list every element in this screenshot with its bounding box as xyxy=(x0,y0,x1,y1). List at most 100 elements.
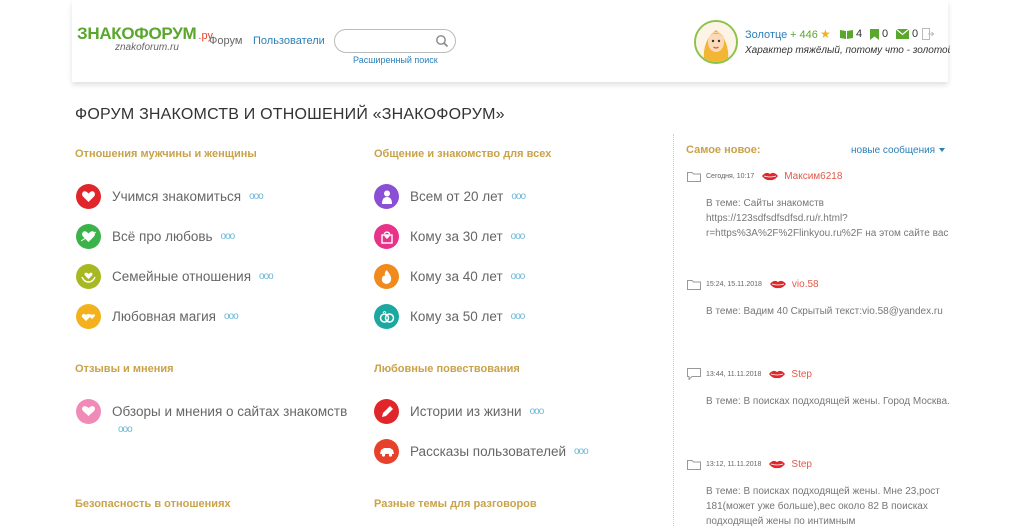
category-title[interactable]: Отношения мужчины и женщины xyxy=(75,148,257,160)
forum-name[interactable]: Рассказы пользователей xyxy=(410,444,566,459)
subforums-dots[interactable]: ooo xyxy=(511,271,526,282)
forum-item[interactable]: Семейные отношения ooo xyxy=(76,264,274,289)
search-input[interactable] xyxy=(343,34,437,48)
envelope-icon xyxy=(896,29,909,39)
messages-count: 4 xyxy=(856,28,863,40)
advanced-search-link[interactable]: Расширенный поиск xyxy=(353,55,438,65)
user-name-link[interactable]: Золотце xyxy=(745,29,787,41)
logo-main-text: ЗНАКОФОРУМ xyxy=(77,24,197,43)
page-title: ФОРУМ ЗНАКОМСТВ И ОТНОШЕНИЙ «ЗНАКОФОРУМ» xyxy=(75,106,505,123)
subforums-dots[interactable]: ooo xyxy=(224,311,239,322)
bookmark-icon xyxy=(870,28,879,40)
forum-name[interactable]: Всем от 20 лет xyxy=(410,189,503,204)
category-title[interactable]: Общение и знакомство для всех xyxy=(374,148,551,160)
handshake-heart-icon xyxy=(76,184,101,209)
book-icon xyxy=(840,30,853,39)
forum-name[interactable]: Истории из жизни xyxy=(410,404,522,419)
forum-name[interactable]: Учимся знакомиться xyxy=(112,189,241,204)
nav-users-link[interactable]: Пользователи xyxy=(253,35,325,47)
lips-icon xyxy=(769,460,786,468)
forum-name[interactable]: Кому за 50 лет xyxy=(410,309,503,324)
entry-body[interactable]: В теме: Вадим 40 Скрытый текст:vio.58@ya… xyxy=(706,304,951,319)
star-icon: ★ xyxy=(820,27,831,41)
latest-entry[interactable]: 15:24, 15.11.2018 vio.58 В теме: Вадим 4… xyxy=(687,277,951,319)
entry-body[interactable]: В теме: В поисках подходящей жены. Город… xyxy=(706,394,951,409)
entry-user[interactable]: Максим6218 xyxy=(784,171,842,182)
mail-count: 0 xyxy=(912,28,919,40)
bookmarks-count: 0 xyxy=(882,28,889,40)
forum-name[interactable]: Семейные отношения xyxy=(112,269,251,284)
forum-item[interactable]: Истории из жизни ooo xyxy=(374,399,545,424)
subforums-dots[interactable]: ooo xyxy=(249,191,264,202)
magic-hearts-icon xyxy=(76,304,101,329)
forum-item[interactable]: Всё про любовь ooo xyxy=(76,224,236,249)
forum-item[interactable]: Учимся знакомиться ooo xyxy=(76,184,264,209)
category-title[interactable]: Любовные повествования xyxy=(374,363,520,375)
messages-counter[interactable]: 4 xyxy=(840,28,862,40)
forum-name[interactable]: Любовная магия xyxy=(112,309,216,324)
new-messages-dropdown[interactable]: новые сообщения xyxy=(851,145,946,156)
entry-user[interactable]: Step xyxy=(791,459,812,470)
review-heart-icon xyxy=(76,399,101,424)
category-title[interactable]: Отзывы и мнения xyxy=(75,363,174,375)
nav-forum-link[interactable]: Форум xyxy=(209,35,242,47)
latest-entry[interactable]: 13:12, 11.11.2018 Step В теме: В поисках… xyxy=(687,457,951,529)
sidebar-divider xyxy=(673,134,675,526)
entry-user[interactable]: Step xyxy=(791,369,812,380)
lips-icon xyxy=(762,172,779,180)
folder-icon xyxy=(687,279,701,290)
subforums-dots[interactable]: ooo xyxy=(511,311,526,322)
flame-icon xyxy=(374,264,399,289)
user-reputation: + 446 xyxy=(790,29,818,41)
person-icon xyxy=(374,184,399,209)
latest-entry[interactable]: 13:44, 11.11.2018 Step В теме: В поисках… xyxy=(687,367,951,409)
forum-name[interactable]: Кому за 40 лет xyxy=(410,269,503,284)
family-hands-icon xyxy=(76,264,101,289)
search-box xyxy=(334,29,456,53)
entry-body[interactable]: В теме: Сайты знакомств https://123sdfsd… xyxy=(706,196,951,241)
subforums-dots[interactable]: ooo xyxy=(530,406,545,417)
category-title[interactable]: Безопасность в отношениях xyxy=(75,498,231,510)
forum-item[interactable]: Рассказы пользователей ooo xyxy=(374,439,589,464)
forum-item[interactable]: Обзоры и мнения о сайтах знакомств xyxy=(76,399,347,424)
logout-icon[interactable] xyxy=(922,28,934,40)
entry-date: Сегодня, 10:17 xyxy=(706,172,755,180)
gift-heart-icon xyxy=(374,224,399,249)
subforums-dots[interactable]: ooo xyxy=(259,271,274,282)
entry-body[interactable]: В теме: В поисках подходящей жены. Мне 2… xyxy=(706,484,951,529)
user-avatar[interactable] xyxy=(694,20,738,64)
pen-icon xyxy=(374,399,399,424)
car-heart-icon xyxy=(374,439,399,464)
mail-counter[interactable]: 0 xyxy=(896,28,918,40)
forum-item[interactable]: Кому за 30 лет ooo xyxy=(374,224,526,249)
lips-icon xyxy=(769,280,786,288)
user-status: Характер тяжёлый, потому что - золотой (… xyxy=(745,45,950,56)
caret-down-icon xyxy=(939,148,946,153)
forum-name[interactable]: Обзоры и мнения о сайтах знакомств xyxy=(112,404,347,419)
forum-item[interactable]: Кому за 40 лет ooo xyxy=(374,264,526,289)
heart-arrow-icon xyxy=(76,224,101,249)
forum-item[interactable]: Любовная магия ooo xyxy=(76,304,239,329)
forum-name[interactable]: Всё про любовь xyxy=(112,229,213,244)
entry-date: 13:44, 11.11.2018 xyxy=(706,370,762,378)
entry-date: 13:12, 11.11.2018 xyxy=(706,460,762,468)
chat-bubble-icon xyxy=(687,368,701,380)
avatar-girl-icon xyxy=(696,22,736,62)
site-logo[interactable]: ЗНАКОФОРУМ .ру znakoforum.ru xyxy=(77,24,213,53)
forum-name[interactable]: Кому за 30 лет xyxy=(410,229,503,244)
subforums-dots[interactable]: ooo xyxy=(511,231,526,242)
latest-entry[interactable]: Сегодня, 10:17 Максим6218 В теме: Сайты … xyxy=(687,169,951,241)
rings-icon xyxy=(374,304,399,329)
forum-item[interactable]: Кому за 50 лет ooo xyxy=(374,304,526,329)
folder-icon xyxy=(687,171,701,182)
category-title[interactable]: Разные темы для разговоров xyxy=(374,498,537,510)
bookmarks-counter[interactable]: 0 xyxy=(870,28,888,40)
subforums-dots[interactable]: ooo xyxy=(511,191,526,202)
search-icon[interactable] xyxy=(435,34,449,48)
entry-user[interactable]: vio.58 xyxy=(792,279,819,290)
subforums-dots[interactable]: ooo xyxy=(118,424,133,435)
forum-item[interactable]: Всем от 20 лет ooo xyxy=(374,184,526,209)
site-header: ЗНАКОФОРУМ .ру znakoforum.ru Форум Пользо… xyxy=(72,0,950,82)
subforums-dots[interactable]: ooo xyxy=(221,231,236,242)
subforums-dots[interactable]: ooo xyxy=(574,446,589,457)
